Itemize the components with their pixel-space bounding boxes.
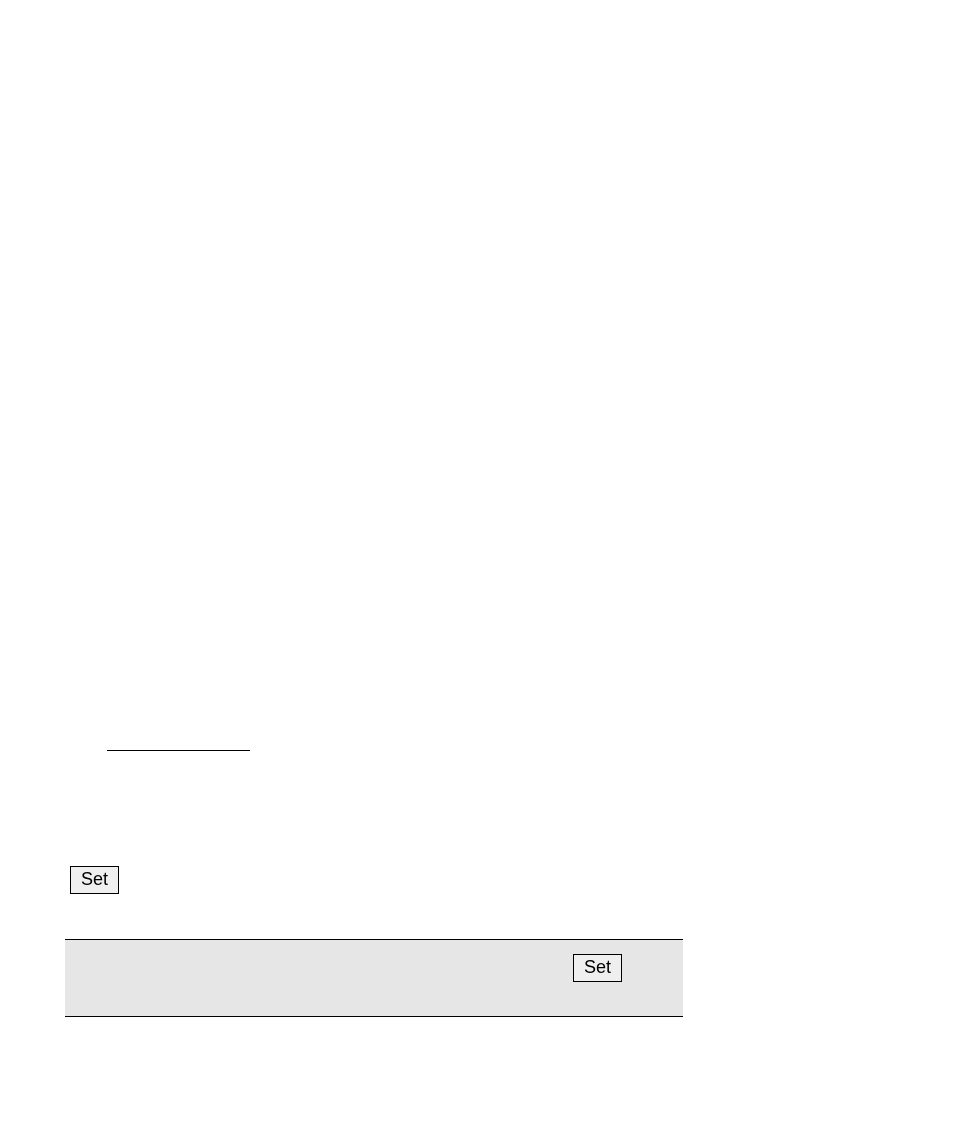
table-container: Set bbox=[65, 939, 683, 1017]
set-button[interactable]: Set bbox=[70, 866, 119, 894]
set-button[interactable]: Set bbox=[573, 954, 622, 982]
text-underline bbox=[107, 750, 250, 751]
table-row: Set bbox=[65, 940, 683, 1016]
